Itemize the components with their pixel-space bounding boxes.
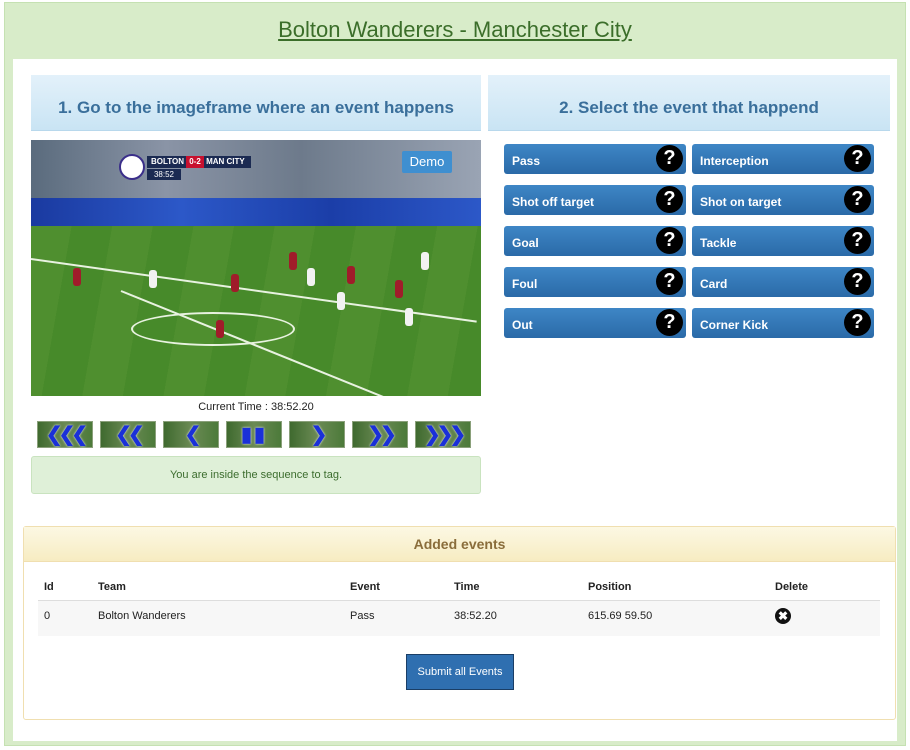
col-delete: Delete: [769, 575, 880, 601]
current-time: Current Time : 38:52.20: [198, 401, 314, 413]
forward-button[interactable]: ❯❯: [352, 421, 408, 448]
event-shot-off-target-button[interactable]: Shot off target ?: [504, 185, 686, 215]
event-goal-button[interactable]: Goal ?: [504, 226, 686, 256]
events-table: Id Team Event Time Position Delete 0 Bol…: [38, 575, 880, 636]
event-label: Foul: [512, 277, 538, 291]
event-interception-button[interactable]: Interception ?: [692, 144, 874, 174]
added-events-heading: Added events: [24, 527, 895, 562]
col-time: Time: [448, 575, 582, 601]
cell-delete: ✖: [769, 600, 880, 636]
event-corner-kick-button[interactable]: Corner Kick ?: [692, 308, 874, 338]
sequence-notice: You are inside the sequence to tag.: [31, 456, 481, 494]
player: [307, 268, 315, 286]
help-icon[interactable]: ?: [844, 268, 871, 295]
video-frame[interactable]: BOLTON 0-2 MAN CITY 38:52 Demo: [31, 140, 481, 396]
help-icon[interactable]: ?: [844, 309, 871, 336]
submit-events-button[interactable]: Submit all Events: [406, 654, 514, 690]
score: 0-2: [186, 156, 204, 168]
step-forward-button[interactable]: ❯: [289, 421, 345, 448]
event-label: Shot off target: [512, 195, 594, 209]
event-label: Tackle: [700, 236, 737, 250]
player: [405, 308, 413, 326]
cell-event: Pass: [344, 600, 448, 636]
match-clock: 38:52: [147, 169, 181, 180]
player: [73, 268, 81, 286]
help-icon[interactable]: ?: [656, 145, 683, 172]
event-tackle-button[interactable]: Tackle ?: [692, 226, 874, 256]
col-position: Position: [582, 575, 769, 601]
col-id: Id: [38, 575, 92, 601]
cell-team: Bolton Wanderers: [92, 600, 344, 636]
away-team: MAN CITY: [206, 157, 245, 166]
help-icon[interactable]: ?: [656, 186, 683, 213]
rewind-fast-button[interactable]: ❮❮❮: [37, 421, 93, 448]
table-header-row: Id Team Event Time Position Delete: [38, 575, 880, 601]
pause-button[interactable]: ▮▮: [226, 421, 282, 448]
event-label: Shot on target: [700, 195, 782, 209]
help-icon[interactable]: ?: [844, 186, 871, 213]
table-row: 0 Bolton Wanderers Pass 38:52.20 615.69 …: [38, 600, 880, 636]
step2-heading: 2. Select the event that happend: [488, 75, 890, 131]
event-foul-button[interactable]: Foul ?: [504, 267, 686, 297]
cell-position: 615.69 59.50: [582, 600, 769, 636]
help-icon[interactable]: ?: [656, 227, 683, 254]
advertising-boards: [31, 198, 481, 226]
player: [395, 280, 403, 298]
step-back-button[interactable]: ❮: [163, 421, 219, 448]
league-logo: [119, 154, 145, 180]
player: [289, 252, 297, 270]
event-label: Goal: [512, 236, 539, 250]
page: Bolton Wanderers - Manchester City 1. Go…: [0, 0, 910, 750]
page-frame: Bolton Wanderers - Manchester City 1. Go…: [4, 2, 906, 746]
help-icon[interactable]: ?: [656, 268, 683, 295]
home-team: BOLTON: [151, 157, 185, 166]
step1-heading: 1. Go to the imageframe where an event h…: [31, 75, 481, 131]
event-pass-button[interactable]: Pass ?: [504, 144, 686, 174]
main-content: 1. Go to the imageframe where an event h…: [13, 59, 897, 741]
player: [149, 270, 157, 288]
page-title: Bolton Wanderers - Manchester City: [278, 17, 632, 42]
forward-fast-button[interactable]: ❯❯❯: [415, 421, 471, 448]
event-shot-on-target-button[interactable]: Shot on target ?: [692, 185, 874, 215]
event-label: Corner Kick: [700, 318, 769, 332]
added-events-panel: Added events Id Team Event Time Position…: [23, 526, 896, 720]
help-icon[interactable]: ?: [844, 145, 871, 172]
pitch-arc: [131, 312, 295, 346]
event-out-button[interactable]: Out ?: [504, 308, 686, 338]
player: [421, 252, 429, 270]
help-icon[interactable]: ?: [656, 309, 683, 336]
event-label: Card: [700, 277, 728, 291]
event-label: Interception: [700, 154, 769, 168]
player: [231, 274, 239, 292]
delete-icon[interactable]: ✖: [775, 608, 791, 624]
scoreboard-teams: BOLTON 0-2 MAN CITY: [147, 156, 251, 168]
player: [216, 320, 224, 338]
help-icon[interactable]: ?: [844, 227, 871, 254]
cell-time: 38:52.20: [448, 600, 582, 636]
player: [347, 266, 355, 284]
event-label: Pass: [512, 154, 541, 168]
rewind-button[interactable]: ❮❮: [100, 421, 156, 448]
demo-badge: Demo: [402, 151, 452, 173]
event-card-button[interactable]: Card ?: [692, 267, 874, 297]
event-label: Out: [512, 318, 533, 332]
playback-controls: ❮❮❮ ❮❮ ❮ ▮▮ ❯ ❯❯ ❯❯❯: [37, 421, 477, 449]
scoreboard: BOLTON 0-2 MAN CITY 38:52: [119, 154, 251, 182]
col-event: Event: [344, 575, 448, 601]
player: [337, 292, 345, 310]
col-team: Team: [92, 575, 344, 601]
cell-id: 0: [38, 600, 92, 636]
